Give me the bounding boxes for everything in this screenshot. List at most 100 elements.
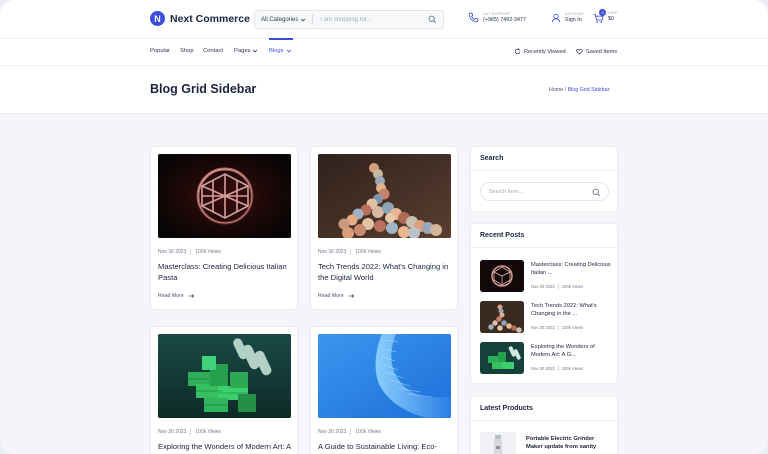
nav-item-blogs-label: Blogs (269, 48, 284, 54)
post-title[interactable]: Tech Trends 2022: What's Changing in the… (318, 261, 452, 283)
heart-icon (576, 48, 583, 55)
recent-posts-panel: Recent Posts Masterclass: Creating Delic… (470, 223, 618, 384)
latest-products-panel: Latest Products Portable Electric Grinde… (470, 396, 618, 454)
recent-posts-title: Recent Posts (480, 232, 525, 239)
recent-post-item[interactable]: Exploring the Wonders of Modern Art: A G… (480, 342, 610, 375)
recent-post-views: 100k Views (561, 325, 584, 330)
nav-item-pages[interactable]: Pages (234, 48, 258, 54)
post-title[interactable]: Exploring the Wonders of Modern Art: A G… (158, 441, 292, 454)
search-bar: All Categories (254, 10, 444, 29)
meta-divider (350, 249, 352, 255)
post-date: Nov 30 2023 (158, 429, 187, 435)
saved-items-link[interactable]: Saved Items (576, 48, 617, 55)
product-thumbnail (480, 432, 516, 454)
post-thumbnail[interactable] (158, 154, 291, 238)
recently-viewed-label: Recently Viewed (524, 48, 566, 55)
meta-divider (190, 429, 192, 435)
chevron-down-icon (301, 18, 306, 21)
meta-divider (190, 249, 192, 255)
recent-post-date: Nov 30 2023 (531, 284, 555, 289)
breadcrumb-current: Blog Grid Sidebar (567, 87, 610, 93)
search-icon[interactable] (428, 15, 437, 24)
nav-item-shop[interactable]: Shop (180, 48, 194, 54)
nav-item-blogs[interactable]: Blogs (269, 48, 292, 54)
recent-post-date: Nov 30 2023 (531, 366, 555, 371)
support-text: 24/7 SUPPORT (+965) 7492-3477 (483, 12, 526, 23)
breadcrumb-separator: / (564, 87, 567, 93)
main-nav: Popular Shop Contact Pages Blogs Recentl… (0, 38, 768, 66)
support-phone: (+965) 7492-3477 (483, 17, 527, 23)
nav-item-popular[interactable]: Popular (150, 48, 170, 54)
recent-post-title: Tech Trends 2022: What's Changing in the… (531, 303, 597, 317)
cart-label: CART (608, 11, 619, 15)
category-select[interactable]: All Categories (255, 14, 314, 25)
read-more-link[interactable]: Read More (158, 293, 195, 299)
account-label: ACCOUNT (565, 12, 585, 16)
meta-divider (557, 366, 559, 371)
cart-text: CART $0 (608, 11, 619, 22)
brand-logo[interactable]: N Next Commerce (150, 11, 250, 26)
beads-thumb-illustration (480, 301, 524, 333)
divider (471, 420, 617, 421)
saved-items-label: Saved Items (586, 48, 618, 55)
divider (471, 247, 617, 248)
sidebar-search-input[interactable] (481, 188, 581, 195)
recent-post-title: Exploring the Wonders of Modern Art: A G… (531, 344, 595, 358)
recent-post-date: Nov 30 2023 (531, 325, 555, 330)
chevron-down-icon (286, 49, 291, 53)
post-title[interactable]: A Guide to Sustainable Living: Eco-Frien… (318, 441, 452, 454)
divider (471, 170, 617, 171)
chevron-down-icon (253, 49, 258, 53)
meta-divider (557, 284, 559, 289)
post-meta: Nov 30 2023 100k Views (318, 429, 381, 435)
logo-mark-icon: N (150, 11, 165, 26)
post-date: Nov 30 2023 (318, 249, 347, 255)
breadcrumb-home[interactable]: Home (549, 87, 563, 93)
nav-item-contact[interactable]: Contact (203, 48, 223, 54)
cart-link[interactable]: 0 CART $0 (593, 9, 619, 23)
account-link[interactable]: ACCOUNT Sign In (551, 12, 584, 23)
recent-post-meta: Nov 30 2023 100k Views (531, 284, 583, 289)
post-thumbnail[interactable] (318, 334, 451, 418)
post-views: 100k Views (355, 429, 381, 435)
recently-viewed-link[interactable]: Recently Viewed (514, 48, 566, 55)
phone-icon (468, 12, 479, 23)
post-views: 100k Views (355, 249, 381, 255)
recent-post-meta: Nov 30 2023 100k Views (531, 366, 583, 371)
latest-products-title: Latest Products (480, 405, 533, 412)
post-meta: Nov 30 2023 100k Views (158, 429, 221, 435)
post-thumbnail[interactable] (318, 154, 451, 238)
blog-card[interactable]: Nov 30 2023 100k Views Exploring the Won… (150, 326, 298, 454)
recent-post-item[interactable]: Tech Trends 2022: What's Changing in the… (480, 301, 610, 334)
active-nav-indicator (269, 38, 293, 40)
arrow-right-icon (348, 293, 355, 299)
meta-divider (350, 429, 352, 435)
meta-divider (557, 325, 559, 330)
blog-card[interactable]: Nov 30 2023 100k Views Masterclass: Crea… (150, 146, 298, 310)
sidebar-search-field (480, 182, 609, 201)
blog-card[interactable]: Nov 30 2023 100k Views Tech Trends 2022:… (310, 146, 458, 310)
wave-illustration (318, 334, 451, 418)
support-contact[interactable]: 24/7 SUPPORT (+965) 7492-3477 (468, 12, 526, 23)
product-title: Portable Electric Grinder Maker update f… (526, 436, 597, 451)
nav-item-pages-label: Pages (234, 48, 251, 54)
sign-in-link: Sign In (565, 17, 582, 23)
recent-post-item[interactable]: Masterclass: Creating Delicious Italian … (480, 260, 611, 293)
read-more-link[interactable]: Read More (318, 293, 355, 299)
page-title: Blog Grid Sidebar (150, 82, 257, 96)
user-icon (551, 13, 561, 22)
post-thumbnail[interactable] (158, 334, 291, 418)
search-icon[interactable] (592, 188, 601, 197)
cart-count-badge: 0 (599, 9, 606, 16)
brand-name: Next Commerce (170, 12, 250, 25)
post-views: 100k Views (195, 429, 221, 435)
post-title[interactable]: Masterclass: Creating Delicious Italian … (158, 261, 292, 283)
post-meta: Nov 30 2023 100k Views (158, 249, 221, 255)
account-text: ACCOUNT Sign In (565, 12, 584, 23)
post-date: Nov 30 2023 (318, 429, 347, 435)
blog-card[interactable]: Nov 30 2023 100k Views A Guide to Sustai… (310, 326, 458, 454)
cart-total: $0 (608, 16, 614, 22)
arrow-right-icon (188, 293, 195, 299)
read-more-label: Read More (318, 293, 344, 299)
search-input[interactable] (313, 16, 414, 23)
